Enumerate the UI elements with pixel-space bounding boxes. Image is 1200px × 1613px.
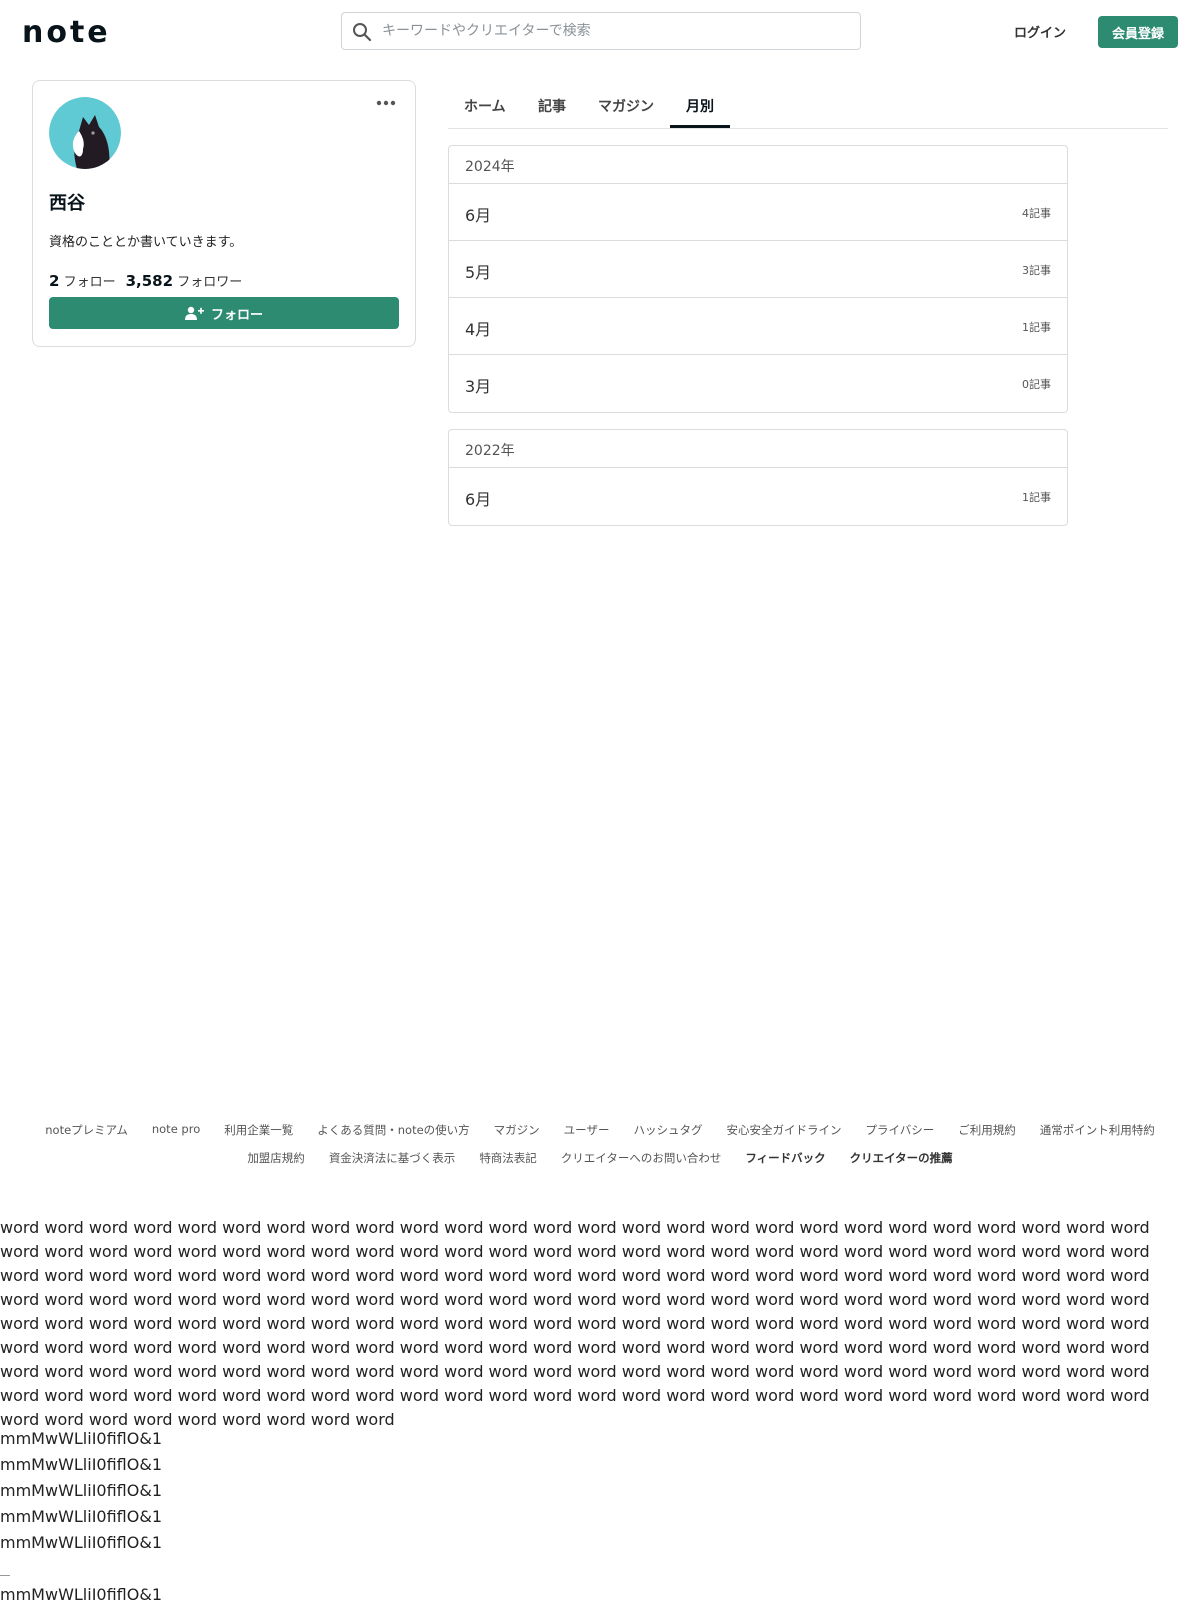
search-input[interactable] <box>382 13 842 49</box>
year-heading: 2024年 <box>449 146 1067 184</box>
footer-link-magazines[interactable]: マガジン <box>494 1122 540 1150</box>
month-row[interactable]: 6月 1記事 <box>449 468 1067 525</box>
footer-link-privacy[interactable]: プライバシー <box>865 1122 934 1150</box>
footer-link-commerce-act[interactable]: 特商法表記 <box>479 1150 537 1178</box>
glyph-test-line: mmMwWLliI0fiflO&1 <box>0 1585 162 1604</box>
followers-link[interactable]: 3,582 フォロワー <box>125 272 243 290</box>
follow-button-label: フォロー <box>210 307 263 323</box>
footer-link-note-pro[interactable]: note pro <box>152 1122 200 1150</box>
month-label: 3月 <box>465 377 492 396</box>
footer-link-feedback[interactable]: フィードバック <box>745 1150 825 1178</box>
following-count: 2 <box>49 272 60 290</box>
footer-link-merchant-terms[interactable]: 加盟店規約 <box>247 1150 305 1178</box>
profile-name[interactable]: 西谷 <box>49 189 85 215</box>
month-label: 5月 <box>465 263 492 282</box>
month-label: 4月 <box>465 320 492 339</box>
tab-magazines[interactable]: マガジン <box>598 96 654 116</box>
search-box[interactable] <box>341 12 861 50</box>
following-label: フォロー <box>63 275 116 290</box>
glyph-test-line: mmMwWLliI0fiflO&1 <box>0 1429 162 1448</box>
tab-home[interactable]: ホーム <box>464 96 506 116</box>
article-count: 3記事 <box>1022 264 1051 277</box>
glyph-test-line: mmMwWLliI0fiflO&1 <box>0 1533 162 1552</box>
footer-link-premium[interactable]: noteプレミアム <box>45 1122 128 1150</box>
profile-tabs: ホーム 記事 マガジン 月別 <box>448 82 1168 129</box>
month-row[interactable]: 5月 3記事 <box>449 241 1067 298</box>
month-row[interactable]: 3月 0記事 <box>449 355 1067 412</box>
month-row[interactable]: 6月 4記事 <box>449 184 1067 241</box>
footer-link-payment-act[interactable]: 資金決済法に基づく表示 <box>329 1150 456 1178</box>
profile-stats: 2 フォロー 3,582 フォロワー <box>49 271 242 290</box>
login-link[interactable]: ログイン <box>1014 22 1066 41</box>
tab-articles[interactable]: 記事 <box>538 96 566 116</box>
footer-link-companies[interactable]: 利用企業一覧 <box>224 1122 293 1150</box>
profile-bio: 資格のこととか書いていきます。 <box>49 235 243 250</box>
signup-button[interactable]: 会員登録 <box>1098 16 1178 48</box>
article-count: 1記事 <box>1022 491 1051 504</box>
avatar[interactable] <box>49 97 121 169</box>
logo-text: note <box>22 15 111 50</box>
article-count: 4記事 <box>1022 207 1051 220</box>
followers-label: フォロワー <box>177 275 243 290</box>
add-user-icon <box>184 306 204 320</box>
footer-links: noteプレミアム note pro 利用企業一覧 よくある質問・noteの使い… <box>0 1122 1200 1178</box>
year-heading: 2022年 <box>449 430 1067 468</box>
profile-card: 西谷 資格のこととか書いていきます。 2 フォロー 3,582 フォロワー フォロ… <box>32 80 416 347</box>
article-count: 1記事 <box>1022 321 1051 334</box>
search-icon <box>353 23 372 42</box>
followers-count: 3,582 <box>125 272 174 290</box>
tab-monthly[interactable]: 月別 <box>686 96 714 116</box>
archive-year-group: 2024年 6月 4記事 5月 3記事 4月 1記事 3月 0記事 <box>448 145 1068 413</box>
archive-year-group: 2022年 6月 1記事 <box>448 429 1068 526</box>
footer-link-hashtags[interactable]: ハッシュタグ <box>633 1122 702 1150</box>
footer-link-creator-recommend[interactable]: クリエイターの推薦 <box>850 1150 953 1178</box>
month-label: 6月 <box>465 490 492 509</box>
footer-link-creator-contact[interactable]: クリエイターへのお問い合わせ <box>561 1150 722 1178</box>
divider <box>0 1575 10 1576</box>
month-label: 6月 <box>465 206 492 225</box>
note-logo[interactable]: note <box>22 12 122 52</box>
footer-link-users[interactable]: ユーザー <box>564 1122 610 1150</box>
footer-link-faq[interactable]: よくある質問・noteの使い方 <box>317 1122 469 1150</box>
footer-link-points[interactable]: 通常ポイント利用特約 <box>1040 1122 1155 1150</box>
month-row[interactable]: 4月 1記事 <box>449 298 1067 355</box>
glyph-test-line: mmMwWLliI0fiflO&1 <box>0 1507 162 1526</box>
active-tab-indicator <box>670 125 730 128</box>
more-options-icon[interactable] <box>375 97 397 109</box>
footer-link-safety[interactable]: 安心安全ガイドライン <box>726 1122 841 1150</box>
glyph-test-line: mmMwWLliI0fiflO&1 <box>0 1481 162 1500</box>
follow-button[interactable]: フォロー <box>49 297 399 329</box>
article-count: 0記事 <box>1022 378 1051 391</box>
filler-word-paragraph: word word word word word word word word … <box>0 1218 1150 1429</box>
following-link[interactable]: 2 フォロー <box>49 272 116 290</box>
footer-link-terms[interactable]: ご利用規約 <box>958 1122 1016 1150</box>
glyph-test-line: mmMwWLliI0fiflO&1 <box>0 1455 162 1474</box>
